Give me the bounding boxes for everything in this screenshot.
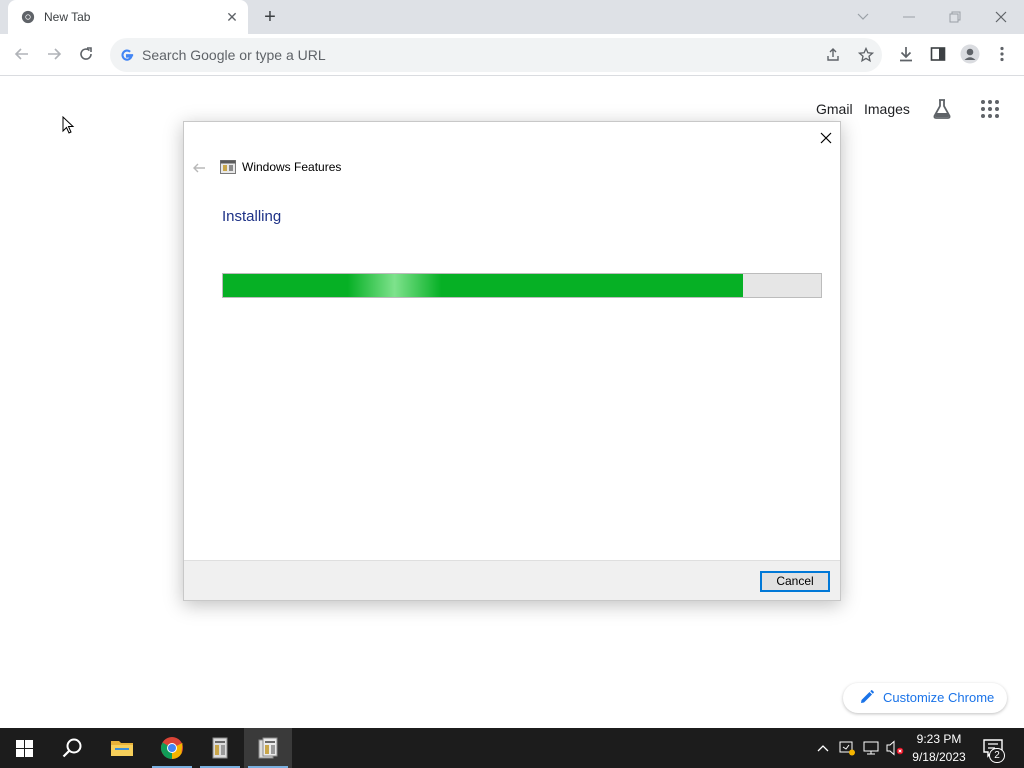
bookmark-button[interactable] <box>855 44 877 66</box>
downloads-button[interactable] <box>894 42 918 66</box>
kebab-menu-icon <box>1000 46 1004 62</box>
reload-button[interactable] <box>72 40 100 68</box>
gmail-link[interactable]: Gmail <box>816 101 853 117</box>
back-button[interactable] <box>8 40 36 68</box>
share-button[interactable] <box>822 44 844 66</box>
chrome-favicon-icon <box>21 10 35 24</box>
close-window-button[interactable] <box>978 0 1024 34</box>
labs-flask-icon[interactable] <box>930 97 954 121</box>
clock-time[interactable]: 9:23 PM <box>905 732 973 746</box>
images-link[interactable]: Images <box>864 101 910 117</box>
browser-toolbar: Search Google or type a URL <box>0 34 1024 76</box>
installing-heading: Installing <box>222 208 282 225</box>
side-panel-icon <box>930 47 946 61</box>
chevron-up-icon <box>817 745 829 752</box>
volume-button[interactable] <box>885 738 905 758</box>
minimize-button[interactable] <box>886 0 932 34</box>
tray-security-icon <box>839 741 855 756</box>
menu-button[interactable] <box>990 42 1014 66</box>
tab-strip: New Tab ✕ + <box>0 0 1024 34</box>
show-hidden-icons-button[interactable] <box>813 738 833 758</box>
omnibox[interactable]: Search Google or type a URL <box>110 38 882 72</box>
tab-title: New Tab <box>44 10 91 24</box>
download-icon <box>900 47 912 62</box>
cancel-button[interactable]: Cancel <box>760 571 830 592</box>
dialog-footer: Cancel <box>184 560 840 600</box>
close-icon <box>820 132 832 144</box>
omnibox-placeholder: Search Google or type a URL <box>142 47 326 63</box>
windows-features-icon <box>258 737 278 759</box>
taskbar-chrome[interactable] <box>148 728 196 768</box>
windows-features-icon <box>212 737 228 759</box>
file-explorer-icon <box>111 741 133 756</box>
restore-button[interactable] <box>932 0 978 34</box>
tray-security-button[interactable] <box>837 738 857 758</box>
taskbar-search-button[interactable] <box>48 728 96 768</box>
notification-count-badge: 2 <box>989 748 1005 763</box>
star-icon <box>858 47 874 63</box>
windows-features-dialog: Windows Features Installing Cancel <box>183 121 841 601</box>
dialog-close-button[interactable] <box>816 128 836 148</box>
google-g-icon <box>121 49 134 61</box>
network-button[interactable] <box>861 738 881 758</box>
search-icon <box>62 738 82 758</box>
minimize-icon <box>903 16 915 18</box>
windows-features-icon <box>220 160 236 174</box>
mouse-cursor-icon <box>62 116 75 134</box>
chevron-down-icon <box>857 13 869 20</box>
reload-icon <box>80 47 92 60</box>
new-tab-button[interactable]: + <box>258 5 282 29</box>
tab-search-button[interactable] <box>840 0 886 34</box>
windows-taskbar <box>0 728 1024 768</box>
close-icon <box>995 11 1007 23</box>
network-icon <box>863 741 879 755</box>
taskbar-windows-features-2[interactable] <box>244 728 292 768</box>
clock-date[interactable]: 9/18/2023 <box>905 750 973 764</box>
back-arrow-icon[interactable] <box>191 160 207 176</box>
arrow-right-icon <box>48 48 62 60</box>
taskbar-windows-features-1[interactable] <box>196 728 244 768</box>
taskbar-file-explorer[interactable] <box>98 728 146 768</box>
dialog-window-title: Windows Features <box>242 160 342 174</box>
chrome-icon <box>161 737 183 759</box>
restore-icon <box>949 11 961 23</box>
tab-close-icon[interactable]: ✕ <box>224 9 240 25</box>
arrow-left-icon <box>14 48 28 60</box>
progress-fill <box>223 274 743 297</box>
share-icon <box>827 48 839 61</box>
install-progress-bar <box>222 273 822 298</box>
avatar-icon <box>960 44 980 64</box>
google-apps-icon[interactable] <box>980 99 1000 119</box>
profile-button[interactable] <box>958 42 982 66</box>
side-panel-button[interactable] <box>926 42 950 66</box>
forward-button[interactable] <box>40 40 68 68</box>
windows-start-icon <box>15 739 33 757</box>
customize-chrome-button[interactable]: Customize Chrome <box>843 683 1007 713</box>
customize-chrome-label: Customize Chrome <box>883 690 995 705</box>
pencil-icon <box>861 690 874 703</box>
start-button[interactable] <box>0 728 48 768</box>
volume-muted-icon <box>886 740 904 756</box>
tab-new-tab[interactable]: New Tab ✕ <box>8 0 248 34</box>
